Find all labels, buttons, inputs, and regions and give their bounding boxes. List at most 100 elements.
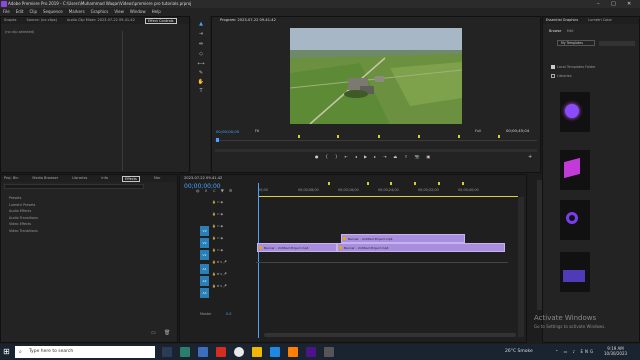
track-toggle-icon[interactable]: 🔒 ▭ ◉: [212, 220, 227, 232]
lift-icon[interactable]: ⏏: [393, 154, 404, 159]
menu-view[interactable]: View: [114, 8, 124, 16]
tab-source[interactable]: Source: (no clips): [27, 17, 57, 24]
template-thumbnail[interactable]: [560, 92, 590, 132]
go-to-out-icon[interactable]: ⇥: [383, 154, 393, 159]
tab-browse[interactable]: Browse: [549, 29, 561, 33]
hand-tool-icon[interactable]: ✋: [197, 78, 205, 86]
linked-selection-icon[interactable]: ⊂: [212, 188, 220, 193]
timeline-playhead[interactable]: [258, 183, 259, 338]
tree-item-lumetri-presets[interactable]: Lumetri Presets: [9, 202, 38, 209]
timeline-marker[interactable]: [462, 182, 464, 185]
windows-start-icon[interactable]: ⊞: [3, 348, 11, 356]
menu-markers[interactable]: Markers: [69, 8, 85, 16]
taskbar-search-input[interactable]: ⌕ Type here to search: [15, 346, 155, 358]
menu-edit[interactable]: Edit: [16, 8, 24, 16]
timeline-ruler[interactable]: 00;00 00;00;08;00 00;00;16;00 00;00;24;0…: [258, 188, 518, 194]
timeline-marker[interactable]: [367, 182, 369, 185]
maximize-button[interactable]: □: [611, 0, 616, 8]
master-volume[interactable]: 0.0: [226, 312, 231, 316]
nest-icon[interactable]: ◍: [196, 188, 205, 193]
chrome-icon[interactable]: [234, 347, 244, 357]
vertical-scrollbar[interactable]: [537, 180, 542, 310]
tab-libraries[interactable]: Libraries: [72, 175, 87, 182]
add-button-icon[interactable]: +: [528, 154, 532, 160]
track-label-a3[interactable]: A3: [200, 288, 209, 298]
type-tool-icon[interactable]: T: [197, 87, 205, 95]
edge-icon[interactable]: [270, 347, 280, 357]
tab-edit[interactable]: Edit: [567, 29, 574, 33]
sequence-tab[interactable]: 2023-07-22 09-41-42: [184, 176, 222, 180]
step-back-icon[interactable]: ◂: [355, 154, 364, 159]
program-marker[interactable]: [298, 135, 300, 138]
ripple-edit-tool-icon[interactable]: ⇹: [197, 40, 205, 48]
clock[interactable]: 9:19 AM 10/30/2023: [604, 346, 627, 356]
libraries-checkbox[interactable]: [551, 74, 555, 78]
close-button[interactable]: ✕: [627, 0, 631, 8]
app-icon[interactable]: [180, 347, 190, 357]
tab-lumetri-color[interactable]: Lumetri Color: [588, 17, 612, 24]
app-icon[interactable]: [198, 347, 208, 357]
app-icon[interactable]: [324, 347, 334, 357]
mark-in-icon[interactable]: {: [326, 154, 336, 159]
mark-out-icon[interactable]: }: [335, 154, 345, 159]
track-toggle-icon[interactable]: 🔒 ▭ ◉: [212, 196, 227, 208]
tab-effects[interactable]: Effects: [121, 176, 140, 182]
video-clip[interactable]: Banner - Untitled Project.mp4: [337, 243, 505, 252]
timeline-marker[interactable]: [438, 182, 440, 185]
timeline-zoom-scrollbar[interactable]: [264, 333, 516, 337]
resolution-select[interactable]: Full: [475, 129, 481, 133]
tree-item-presets[interactable]: Presets: [9, 195, 38, 202]
vlc-icon[interactable]: [288, 347, 298, 357]
program-marker[interactable]: [378, 135, 380, 138]
track-toggle-icon[interactable]: 🔒 ▭ ◉: [212, 244, 227, 256]
menu-graphics[interactable]: Graphics: [91, 8, 109, 16]
program-timecode[interactable]: 00;00;00;00: [216, 129, 239, 134]
tab-media-browser[interactable]: Media Browser: [32, 175, 58, 182]
program-marker[interactable]: [458, 135, 460, 138]
tab-effect-controls[interactable]: Effect Controls: [144, 18, 177, 24]
search-templates-input[interactable]: [599, 41, 635, 46]
tab-markers[interactable]: Mar: [154, 175, 161, 182]
track-label-a2[interactable]: A2: [200, 276, 209, 286]
tree-item-video-transitions[interactable]: Video Transitions: [9, 228, 38, 235]
template-thumbnail[interactable]: [560, 252, 590, 292]
panel-menu-icon[interactable]: [548, 22, 551, 25]
track-select-tool-icon[interactable]: ⇥: [197, 30, 205, 38]
template-thumbnail[interactable]: [560, 150, 590, 190]
program-scrubber[interactable]: [215, 140, 537, 141]
new-bin-icon[interactable]: ▭: [151, 330, 161, 338]
program-title[interactable]: Program: 2023-07-22 09-41-42: [220, 18, 276, 22]
tab-project[interactable]: Proj: Bin: [4, 175, 18, 182]
track-toggle-icon[interactable]: 🔒 M S 🎤: [212, 268, 227, 280]
tab-info[interactable]: Info: [101, 175, 108, 182]
slip-tool-icon[interactable]: ⟷: [197, 60, 205, 68]
track-label-a1[interactable]: A1: [200, 264, 209, 274]
menu-file[interactable]: File: [3, 8, 10, 16]
video-clip[interactable]: Banner - Untitled Project.mp4: [257, 243, 337, 252]
program-marker[interactable]: [418, 135, 420, 138]
add-marker-icon[interactable]: ▼: [221, 188, 229, 193]
track-toggle-icon[interactable]: 🔒 M S 🎤: [212, 280, 227, 292]
work-area-bar[interactable]: [258, 196, 518, 197]
delete-icon[interactable]: 🗑: [164, 330, 174, 338]
video-clip[interactable]: Banner - Untitled Project.mp4: [341, 234, 465, 243]
track-toggle-icon[interactable]: 🔒 ▭ ◉: [212, 208, 227, 220]
tab-audio-clip-mixer[interactable]: Audio Clip Mixer: 2023-07-22 09-41-42: [67, 17, 135, 24]
program-marker[interactable]: [337, 135, 339, 138]
track-label-v3[interactable]: V3: [200, 226, 209, 236]
tree-item-audio-effects[interactable]: Audio Effects: [9, 208, 38, 215]
system-tray-icons[interactable]: ⌃ ▭ ♪ ENG: [555, 349, 595, 354]
task-view-icon[interactable]: [162, 347, 172, 357]
app-icon[interactable]: [216, 347, 226, 357]
export-frame-icon[interactable]: 📷: [415, 154, 427, 159]
timeline-marker[interactable]: [390, 182, 392, 185]
step-forward-icon[interactable]: ▸: [374, 154, 383, 159]
track-toggle-icon[interactable]: 🔒 ▭ ◉: [212, 232, 227, 244]
track-label-v1[interactable]: V1: [200, 250, 209, 260]
minimize-button[interactable]: –: [597, 0, 600, 8]
timeline-settings-icon[interactable]: ⚙: [229, 188, 238, 193]
effects-search-input[interactable]: [4, 184, 144, 189]
local-templates-checkbox[interactable]: [551, 65, 555, 69]
file-explorer-icon[interactable]: [252, 347, 262, 357]
play-icon[interactable]: ▶: [364, 154, 374, 159]
